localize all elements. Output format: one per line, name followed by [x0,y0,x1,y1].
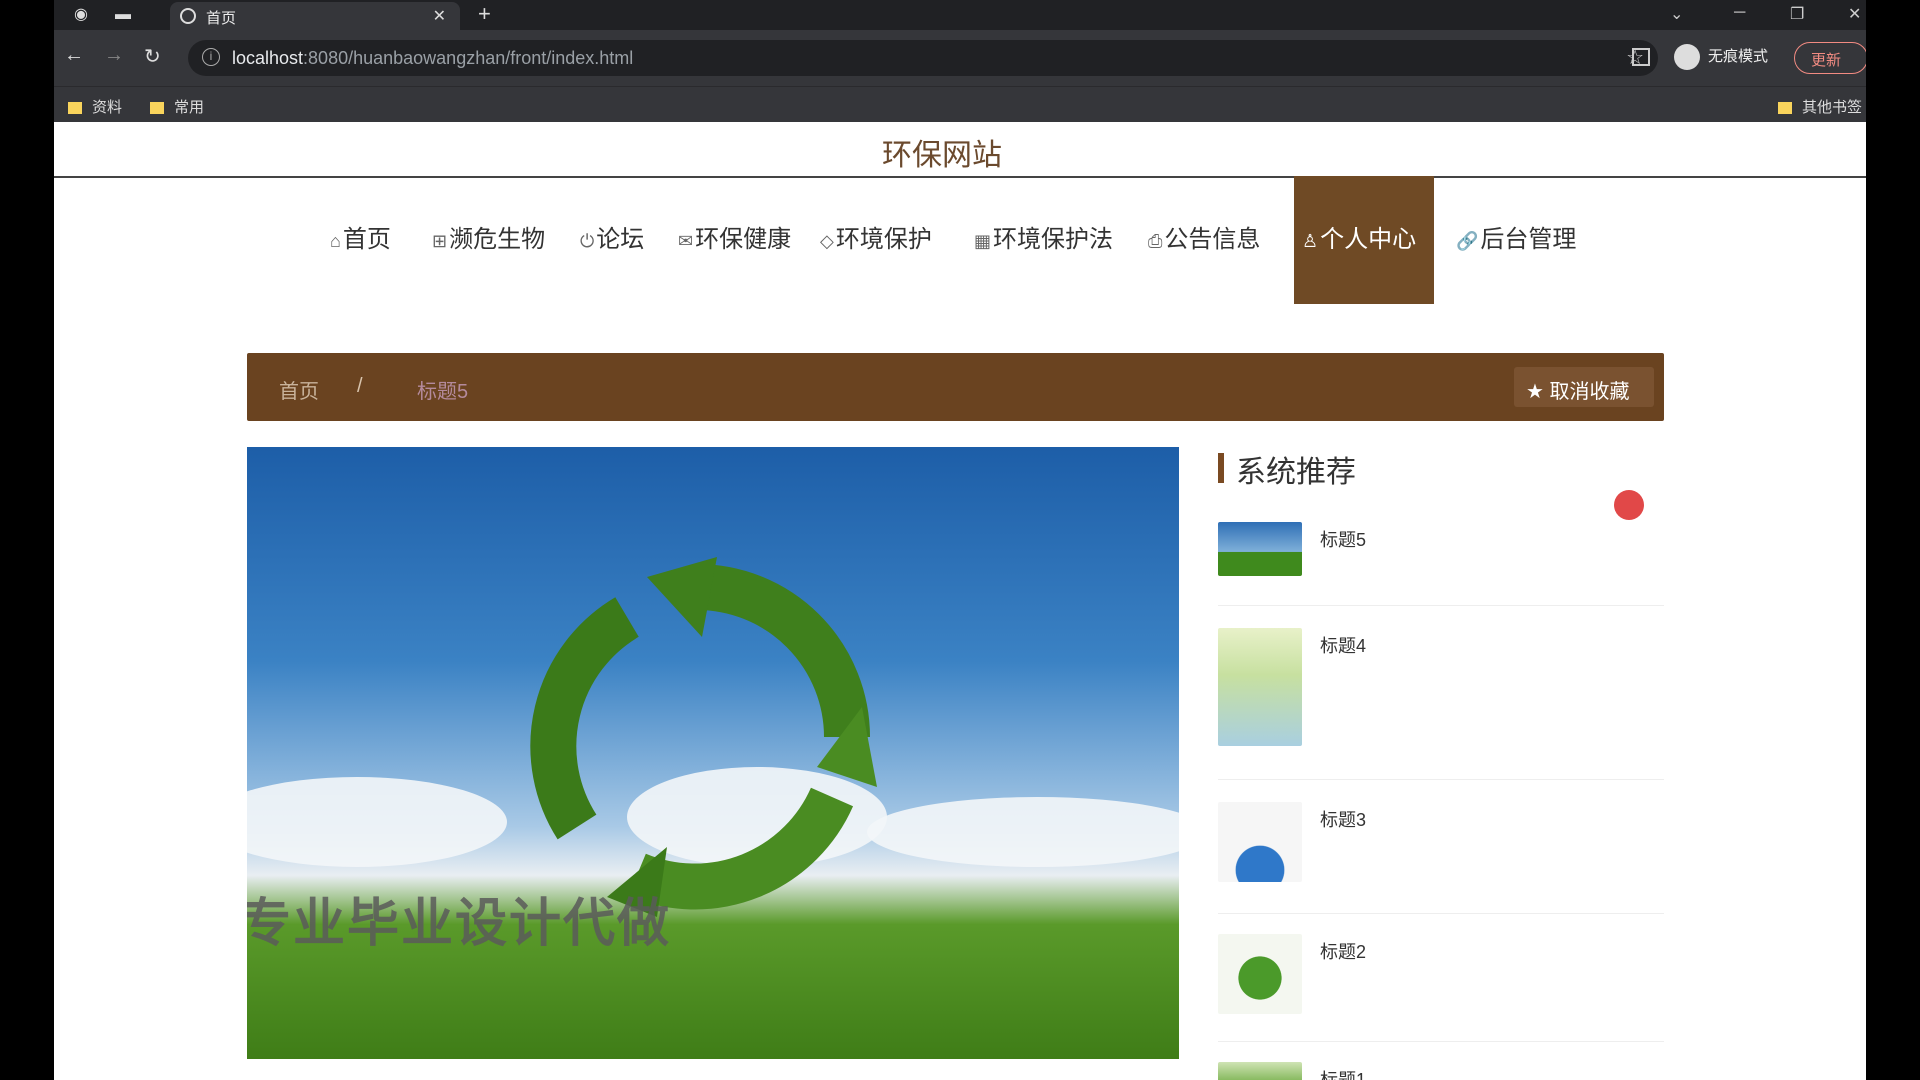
address-bar[interactable]: i localhost:8080/huanbaowangzhan/front/i… [188,40,1658,76]
breadcrumb: 首页 / 标题5 ★ 取消收藏 [247,353,1664,421]
thumbnail [1218,628,1302,746]
list-item[interactable]: 标题4 [1218,628,1664,780]
nav-item-profile[interactable]: ♙个人中心 [1294,176,1434,304]
breadcrumb-separator: / [357,375,363,397]
list-item[interactable]: 标题3 [1218,802,1664,914]
list-item[interactable]: 标题1 [1218,1062,1664,1080]
bookmarks-bar: 资料 常用 其他书签 [54,86,1866,122]
browser-menu-icon[interactable]: ◉ [68,4,94,26]
globe-icon [180,8,196,24]
other-bookmarks[interactable]: 其他书签 [1778,96,1862,117]
nav-item-law[interactable]: ▦环境保护法 [974,176,1113,304]
incognito-icon [1674,44,1700,70]
nav-item-protection[interactable]: ◇环境保护 [820,176,932,304]
folder-icon [1778,102,1792,115]
list-item-title: 标题2 [1320,942,1367,962]
user-icon: ♙ [1302,231,1319,251]
tab-search-icon[interactable]: ▬ [110,4,136,26]
home-icon: ⌂ [330,231,341,251]
bookmark-folder[interactable]: 资料 [68,96,122,117]
site-info-icon[interactable]: i [202,48,220,66]
click-indicator [1614,490,1644,520]
book-icon: ⊞ [432,231,448,251]
side-panel-icon[interactable] [1632,48,1650,66]
mail-icon: ✉ [678,231,694,251]
watermark-text: 专业毕业设计代做 [247,895,672,953]
thumbnail [1218,1062,1302,1080]
grid-icon: ▦ [974,231,992,251]
list-item[interactable]: 标题2 [1218,934,1664,1042]
new-tab-icon[interactable]: + [478,1,491,27]
cloud-shape [867,797,1179,867]
page-content: 环保网站 ⌂首页 ⊞濒危生物 ⏻论坛 ✉环保健康 ◇环境保护 ▦环境保护法 ⎙公… [54,122,1866,1080]
thumbnail [1218,802,1302,882]
browser-window: ◉ ▬ 首页 ✕ + ⌄ ─ ❐ ✕ ← → ↻ i localhost:808… [54,0,1866,1080]
link-icon: 🔗 [1456,231,1479,251]
print-icon: ⎙ [1148,231,1163,251]
update-button[interactable]: 更新 [1794,42,1866,74]
site-title: 环保网站 [882,139,1002,172]
unfavorite-button[interactable]: ★ 取消收藏 [1514,367,1654,407]
close-window-icon[interactable]: ✕ [1848,4,1861,24]
forward-icon[interactable]: → [104,44,124,67]
breadcrumb-current: 标题5 [417,381,469,403]
main-nav: ⌂首页 ⊞濒危生物 ⏻论坛 ✉环保健康 ◇环境保护 ▦环境保护法 ⎙公告信息 ♙… [54,176,1866,304]
tab-title: 首页 [206,10,237,27]
list-item[interactable]: 标题5 [1218,522,1664,606]
cloud-shape [247,777,507,867]
breadcrumb-home[interactable]: 首页 [279,375,319,404]
browser-tab[interactable]: 首页 ✕ [170,2,460,30]
reload-icon[interactable]: ↻ [144,44,161,69]
url-text: localhost:8080/huanbaowangzhan/front/ind… [232,48,634,68]
folder-icon [150,102,164,115]
list-item-title: 标题3 [1320,810,1367,830]
tab-bar: ◉ ▬ 首页 ✕ + ⌄ ─ ❐ ✕ [54,0,1866,30]
nav-item-home[interactable]: ⌂首页 [330,176,391,304]
tag-icon: ◇ [820,231,834,251]
back-icon[interactable]: ← [64,44,84,67]
recommend-heading: 系统推荐 [1236,456,1356,489]
close-tab-icon[interactable]: ✕ [433,6,446,26]
folder-icon [68,102,82,115]
nav-item-admin[interactable]: 🔗后台管理 [1456,176,1576,304]
thumbnail [1218,522,1302,576]
browser-toolbar: ← → ↻ i localhost:8080/huanbaowangzhan/f… [54,30,1866,86]
nav-item-health[interactable]: ✉环保健康 [678,176,791,304]
tab-list-icon[interactable]: ⌄ [1670,4,1683,24]
incognito-indicator[interactable]: 无痕模式 [1674,44,1768,70]
thumbnail [1218,934,1302,1014]
nav-item-notice[interactable]: ⎙公告信息 [1148,176,1260,304]
restore-icon[interactable]: ❐ [1790,4,1804,24]
minimize-icon[interactable]: ─ [1734,4,1745,22]
nav-item-forum[interactable]: ⏻论坛 [580,176,644,304]
bookmark-folder[interactable]: 常用 [150,96,204,117]
power-icon: ⏻ [580,231,595,251]
recycle-arrows-graphic [530,557,877,917]
list-item-title: 标题4 [1320,636,1367,656]
article-image: 专业毕业设计代做 [247,447,1179,1059]
nav-item-endangered[interactable]: ⊞濒危生物 [432,176,545,304]
list-item-title: 标题1 [1320,1070,1367,1080]
list-item-title: 标题5 [1320,530,1367,550]
star-icon: ★ [1526,381,1544,403]
